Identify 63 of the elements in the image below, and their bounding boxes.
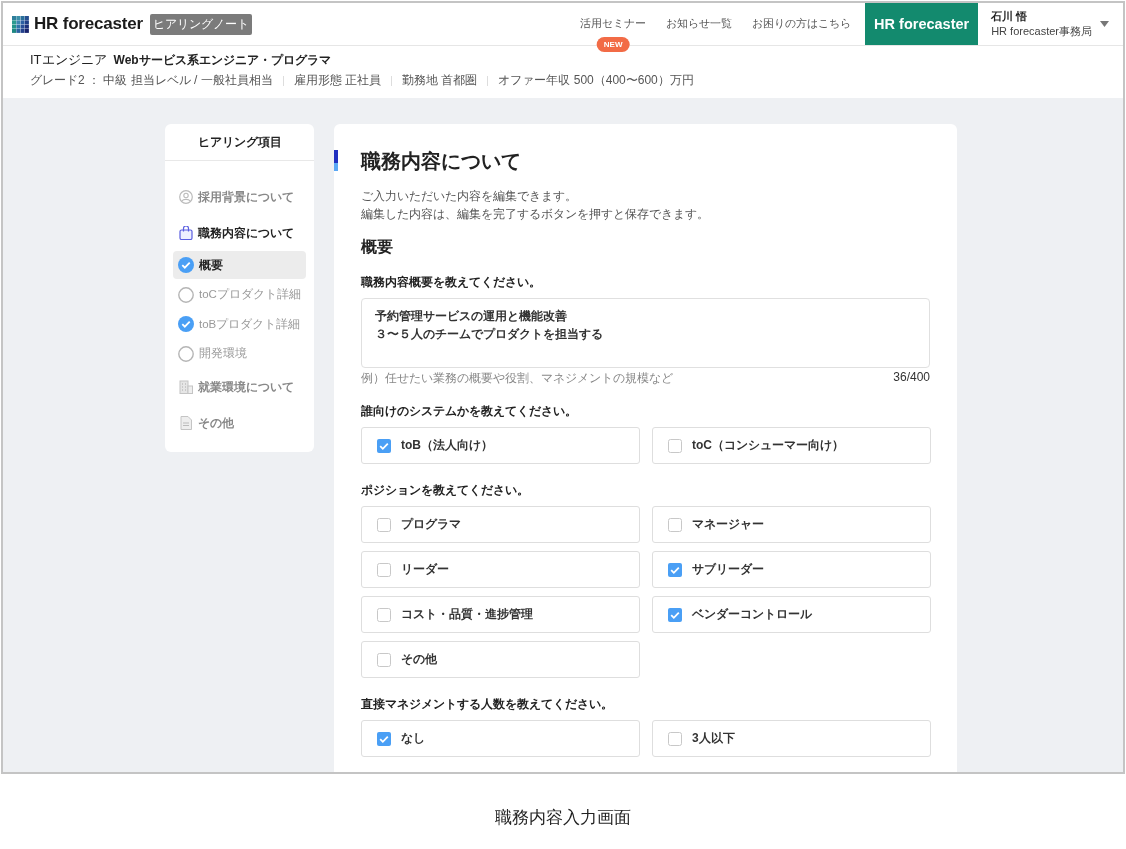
nav-link[interactable]: 活用セミナー xyxy=(580,17,647,29)
description-text: 編集した内容は、編集を完了するボタンを押すと保存できます。 xyxy=(361,206,710,223)
checkbox[interactable] xyxy=(668,517,682,532)
caret-icon xyxy=(1100,21,1109,27)
building-icon xyxy=(179,380,193,394)
checkbox[interactable] xyxy=(377,438,391,453)
user-org: HR forecaster事務局 xyxy=(991,24,1092,39)
option-card[interactable]: コスト・品質・進捗管理 xyxy=(361,596,640,633)
brand-button[interactable]: HR forecaster xyxy=(865,3,979,45)
hint-text: 例）任せたい業務の概要や役割、マネジメントの規模など xyxy=(361,370,673,387)
option-card[interactable]: ベンダーコントロール xyxy=(652,596,931,633)
question-label: 誰向けのシステムかを教えてください。 xyxy=(361,403,578,420)
sidebar-item[interactable]: 就業環境について xyxy=(173,369,306,405)
person-icon xyxy=(179,190,193,204)
option-card[interactable]: その他 xyxy=(361,641,640,678)
checkbox[interactable] xyxy=(668,562,682,577)
option-card[interactable]: サブリーダー xyxy=(652,551,931,588)
nav-link[interactable]: お困りの方はこちら xyxy=(752,17,852,31)
textarea-field[interactable]: 予約管理サービスの運用と機能改善 ３〜５人のチームでプロダクトを担当する xyxy=(361,298,930,368)
checkbox[interactable] xyxy=(377,517,391,532)
option-card[interactable]: リーダー xyxy=(361,551,640,588)
checkbox[interactable] xyxy=(668,438,682,453)
logo-icon xyxy=(12,15,29,33)
option-card[interactable]: なし xyxy=(361,720,640,757)
question-label: 職務内容概要を教えてください。 xyxy=(361,274,542,291)
checkbox[interactable] xyxy=(668,731,682,746)
option-card[interactable]: マネージャー xyxy=(652,506,931,543)
job-detail: 勤務地 首都圏 xyxy=(402,72,478,89)
document-icon xyxy=(179,416,193,430)
option-card[interactable]: toB（法人向け） xyxy=(361,427,640,464)
sidebar-title: ヒアリング項目 xyxy=(165,124,314,161)
option-card[interactable]: 3人以下 xyxy=(652,720,931,757)
checkbox[interactable] xyxy=(377,562,391,577)
user-menu[interactable]: 石川 悟 HR forecaster事務局 xyxy=(978,3,1123,45)
section-heading: 概要 xyxy=(361,237,394,257)
sidebar-item[interactable]: 職務内容について xyxy=(173,215,306,251)
sidebar-item[interactable]: 採用背景について xyxy=(173,179,306,215)
job-title: ITエンジニア xyxy=(30,51,107,69)
sidebar-item[interactable]: その他 xyxy=(173,405,306,441)
bag-icon xyxy=(179,226,193,240)
checkbox[interactable] xyxy=(377,731,391,746)
job-detail: 雇用形態 正社員 xyxy=(293,72,382,89)
checkbox[interactable] xyxy=(377,607,391,622)
option-card[interactable]: プログラマ xyxy=(361,506,640,543)
new-badge: NEW xyxy=(596,37,630,52)
checkbox[interactable] xyxy=(668,607,682,622)
question-label: ポジションを教えてください。 xyxy=(361,482,530,499)
question-label: 直接マネジメントする人数を教えてください。 xyxy=(361,696,614,713)
checkbox[interactable] xyxy=(377,652,391,667)
option-card[interactable]: toC（コンシューマー向け） xyxy=(652,427,931,464)
char-counter: 36/400 xyxy=(893,370,930,386)
job-detail: グレード2 ： 中級 担当レベル / 一般社員相当 xyxy=(30,72,273,89)
nav-link[interactable]: お知らせ一覧 xyxy=(666,17,733,31)
job-detail: オファー年収 500（400〜600）万円 xyxy=(498,72,694,89)
caption-text: 職務内容入力画面 xyxy=(495,808,631,827)
logo-badge: ヒアリングノート xyxy=(149,13,252,35)
user-name: 石川 悟 xyxy=(991,9,1029,24)
title-accent-bar xyxy=(334,150,338,171)
logo-text: HR forecaster xyxy=(34,14,143,34)
job-category: Webサービス系エンジニア・プログラマ xyxy=(113,52,331,69)
sidebar-subitem[interactable]: 概要 xyxy=(173,251,306,279)
description-text: ご入力いただいた内容を編集できます。 xyxy=(361,188,578,205)
page-heading: 職務内容について xyxy=(361,149,522,174)
